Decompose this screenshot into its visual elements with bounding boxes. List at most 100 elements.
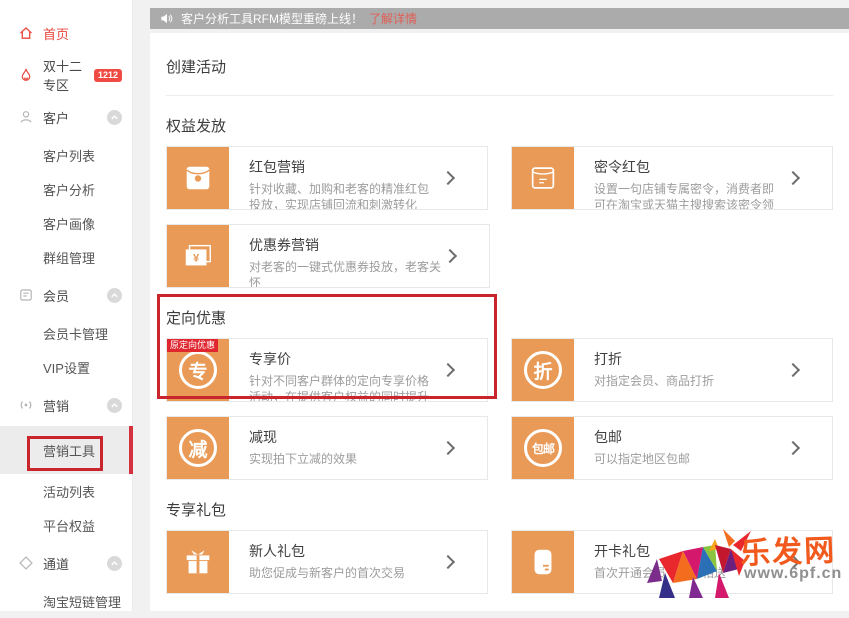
exclusive-price-icon: 专 xyxy=(179,351,217,389)
sidebar-item-label: 群组管理 xyxy=(43,248,95,267)
speaker-icon xyxy=(160,12,173,25)
sidebar-item-label: 营销工具 xyxy=(43,441,95,460)
banner-detail-link[interactable]: 了解详情 xyxy=(369,10,417,27)
card-desc: 针对不同客户群体的定向专享价格活动，在提供客户权益的同时提升转化 xyxy=(249,373,439,401)
card-title: 减现 xyxy=(249,427,357,447)
card-body: 开卡礼包 首次开通会员卡豪礼相送 xyxy=(574,531,774,593)
sidebar-item-label: 客户画像 xyxy=(43,214,95,233)
card-secret-code-red-packet[interactable]: 密令红包 设置一句店铺专属密令，消费者即可在淘宝或天猫主搜搜索该密令领取红包 xyxy=(511,146,833,210)
card-card-opening-gift[interactable]: 开卡礼包 首次开通会员卡豪礼相送 xyxy=(511,530,833,594)
card-desc: 对指定会员、商品打折 xyxy=(594,373,714,389)
card-body: 包邮 可以指定地区包邮 xyxy=(574,417,738,479)
card-exclusive-price[interactable]: 原定向优惠 专 专享价 针对不同客户群体的定向专享价格活动，在提供客户权益的同时… xyxy=(166,338,488,402)
page-title: 创建活动 xyxy=(166,33,833,77)
cards-row: 红包营销 针对收藏、加购和老客的精准红包投放，实现店铺回流和刺激转化 密令红包 … xyxy=(166,146,833,210)
sidebar-item-double12[interactable]: 双十二专区 1212 xyxy=(0,54,132,96)
announcement-banner: 客户分析工具RFM模型重磅上线！ 了解详情 xyxy=(150,8,849,29)
sidebar-item-label: 通道 xyxy=(43,554,69,573)
customer-icon xyxy=(18,109,34,125)
card-desc: 对老客的一键式优惠券投放，老客关怀 xyxy=(249,259,441,287)
sidebar-item-members[interactable]: 会员 xyxy=(0,274,132,316)
sidebar-item-short-link[interactable]: 淘宝短链管理 xyxy=(0,584,132,618)
card-tile xyxy=(512,147,574,209)
card-coupon-marketing[interactable]: ¥ 优惠券营销 对老客的一键式优惠券投放，老客关怀 xyxy=(166,224,490,288)
double12-badge: 1212 xyxy=(94,69,122,82)
sidebar-item-customer-list[interactable]: 客户列表 xyxy=(0,138,132,172)
sidebar-item-marketing-tools[interactable]: 营销工具 xyxy=(0,426,132,474)
sidebar-item-label: 双十二专区 xyxy=(43,56,86,94)
sidebar-item-label: 会员卡管理 xyxy=(43,324,108,343)
sidebar-item-home[interactable]: 首页 xyxy=(0,12,132,54)
card-body: 打折 对指定会员、商品打折 xyxy=(574,339,762,401)
cash-reduction-icon: 减 xyxy=(179,429,217,467)
origin-label-badge: 原定向优惠 xyxy=(167,339,218,352)
sidebar-item-customer-profile[interactable]: 客户画像 xyxy=(0,206,132,240)
red-envelope-icon xyxy=(182,162,214,194)
chevron-up-icon[interactable] xyxy=(107,288,122,303)
sidebar-item-label: 活动列表 xyxy=(43,482,95,501)
envelope-icon xyxy=(527,162,559,194)
broadcast-icon xyxy=(18,397,34,413)
card-title: 新人礼包 xyxy=(249,541,405,561)
chevron-up-icon[interactable] xyxy=(107,398,122,413)
card-title: 包邮 xyxy=(594,427,690,447)
section-heading-targeted-offers: 定向优惠 xyxy=(166,307,833,328)
flame-icon xyxy=(18,67,34,83)
card-newcomer-gift[interactable]: 新人礼包 助您促成与新客户的首次交易 xyxy=(166,530,488,594)
card-discount[interactable]: 折 打折 对指定会员、商品打折 xyxy=(511,338,833,402)
card-desc: 实现拍下立减的效果 xyxy=(249,451,357,467)
sidebar-item-label: 平台权益 xyxy=(43,516,95,535)
card-desc: 助您促成与新客户的首次交易 xyxy=(249,565,405,581)
card-title: 专享价 xyxy=(249,349,439,369)
sidebar-item-activity-list[interactable]: 活动列表 xyxy=(0,474,132,508)
card-desc: 针对收藏、加购和老客的精准红包投放，实现店铺回流和刺激转化 xyxy=(249,181,439,209)
card-tile xyxy=(167,147,229,209)
card-red-envelope-marketing[interactable]: 红包营销 针对收藏、加购和老客的精准红包投放，实现店铺回流和刺激转化 xyxy=(166,146,488,210)
sidebar-item-platform-benefits[interactable]: 平台权益 xyxy=(0,508,132,542)
sidebar-item-label: 客户 xyxy=(43,108,69,127)
card-title: 密令红包 xyxy=(594,157,784,177)
card-free-shipping[interactable]: 包邮 包邮 可以指定地区包邮 xyxy=(511,416,833,480)
card-body: 新人礼包 助您促成与新客户的首次交易 xyxy=(229,531,453,593)
sidebar-item-label: 首页 xyxy=(43,24,69,43)
home-icon xyxy=(18,25,34,41)
sidebar-item-label: 淘宝短链管理 xyxy=(43,592,121,611)
divider xyxy=(166,95,833,96)
card-cash-reduction[interactable]: 减 减现 实现拍下立减的效果 xyxy=(166,416,488,480)
card-title: 开卡礼包 xyxy=(594,541,726,561)
card-tile xyxy=(167,531,229,593)
sidebar-item-customers[interactable]: 客户 xyxy=(0,96,132,138)
sidebar-item-vip-settings[interactable]: VIP设置 xyxy=(0,350,132,384)
chevron-up-icon[interactable] xyxy=(107,110,122,125)
cards-row: 新人礼包 助您促成与新客户的首次交易 开卡礼包 首次开通会员卡豪礼相送 xyxy=(166,530,833,594)
card-tile xyxy=(512,531,574,593)
sidebar-item-label: 客户列表 xyxy=(43,146,95,165)
card-tile: 折 xyxy=(512,339,574,401)
banner-message: 客户分析工具RFM模型重磅上线！ xyxy=(181,10,363,27)
sidebar-item-group-management[interactable]: 群组管理 xyxy=(0,240,132,274)
card-desc: 设置一句店铺专属密令，消费者即可在淘宝或天猫主搜搜索该密令领取红包 xyxy=(594,181,784,209)
card-desc: 可以指定地区包邮 xyxy=(594,451,690,467)
card-desc: 首次开通会员卡豪礼相送 xyxy=(594,565,726,581)
card-tile: 原定向优惠 专 xyxy=(167,339,229,401)
sidebar-item-customer-analysis[interactable]: 客户分析 xyxy=(0,172,132,206)
sidebar-item-label: 客户分析 xyxy=(43,180,95,199)
chevron-up-icon[interactable] xyxy=(107,556,122,571)
sidebar: 首页 双十二专区 1212 客户 客户列表 客户分析 客户画像 群组管理 会员 xyxy=(0,0,133,611)
sidebar-item-channel[interactable]: 通道 xyxy=(0,542,132,584)
cards-row: ¥ 优惠券营销 对老客的一键式优惠券投放，老客关怀 xyxy=(166,224,833,288)
sidebar-item-marketing[interactable]: 营销 xyxy=(0,384,132,426)
card-tile: 包邮 xyxy=(512,417,574,479)
chevron-right-icon xyxy=(786,555,800,569)
coupon-icon: ¥ xyxy=(181,240,215,272)
cards-row: 减 减现 实现拍下立减的效果 包邮 包邮 可以指定地区包邮 xyxy=(166,416,833,480)
gift-icon xyxy=(182,546,214,578)
card-tile: ¥ xyxy=(167,225,229,287)
card-title: 优惠券营销 xyxy=(249,235,441,255)
section-heading-gift-packs: 专享礼包 xyxy=(166,499,833,520)
diamond-icon xyxy=(18,555,34,571)
sidebar-item-label: 营销 xyxy=(43,396,69,415)
card-title: 红包营销 xyxy=(249,157,439,177)
card-body: 减现 实现拍下立减的效果 xyxy=(229,417,405,479)
sidebar-item-member-card[interactable]: 会员卡管理 xyxy=(0,316,132,350)
